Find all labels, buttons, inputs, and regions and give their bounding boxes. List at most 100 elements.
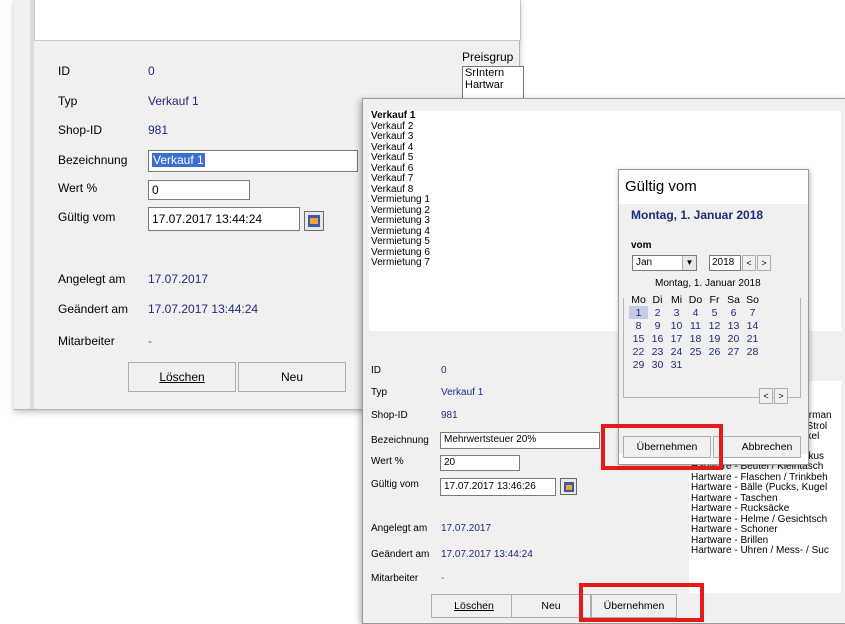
vom-label: vom [631, 240, 652, 251]
neu-button[interactable]: Neu [238, 362, 346, 392]
wert-input[interactable]: 0 [148, 180, 250, 200]
day-cell[interactable]: 16 [648, 332, 667, 345]
label-id: ID [371, 365, 381, 376]
label-typ: Typ [58, 94, 78, 108]
weekday-label: Sa [727, 293, 740, 306]
day-cell[interactable]: 31 [667, 358, 686, 371]
list-item[interactable]: Verkauf 5 [369, 152, 841, 164]
calendar-popup: Gültig vom Montag, 1. Januar 2018 vom Ja… [618, 169, 809, 465]
bezeichnung-input[interactable]: Verkauf 1 [148, 150, 358, 172]
date-heading: Montag, 1. Januar 2018 [631, 208, 764, 222]
day-cell[interactable]: 3 [667, 306, 686, 319]
list-item[interactable]: Hartware - Uhren / Mess- / Suc [689, 545, 841, 557]
calendar-subheading: Montag, 1. Januar 2018 [655, 278, 761, 289]
day-cell[interactable]: 15 [629, 332, 648, 345]
list-item[interactable]: Hartware - Bälle (Pucks, Kugel [689, 482, 841, 494]
chevron-down-icon[interactable]: ▼ [682, 256, 696, 270]
label-geaendert: Geändert am [371, 549, 430, 560]
day-cell [686, 358, 705, 371]
day-cell[interactable]: 6 [724, 306, 743, 319]
day-cell[interactable]: 21 [743, 332, 762, 345]
day-cell[interactable]: 22 [629, 345, 648, 358]
weekday-label: So [746, 293, 759, 306]
day-cell[interactable]: 14 [743, 319, 762, 332]
label-mitarbeiter: Mitarbeiter [58, 334, 115, 348]
label-shop-id: Shop-ID [58, 123, 103, 137]
list-item[interactable]: Hartware - Schoner [689, 524, 841, 536]
day-cell[interactable]: 26 [705, 345, 724, 358]
weekday-label: Fr [709, 293, 720, 306]
bezeichnung-input[interactable]: Mehrwertsteuer 20% [440, 432, 600, 449]
year-next-button[interactable]: > [757, 255, 771, 271]
day-cell[interactable]: 23 [648, 345, 667, 358]
day-cell[interactable]: 4 [686, 306, 705, 319]
day-cell[interactable]: 25 [686, 345, 705, 358]
day-cell[interactable]: 19 [705, 332, 724, 345]
preisgruppe-item[interactable]: Hartwar [463, 79, 523, 91]
month-prev-button[interactable]: < [759, 388, 773, 404]
list-item[interactable]: Verkauf 4 [369, 142, 841, 154]
list-item[interactable]: Verkauf 2 [369, 121, 841, 133]
day-cell[interactable]: 24 [667, 345, 686, 358]
calendar-icon[interactable] [560, 478, 577, 495]
day-cell[interactable]: 30 [648, 358, 667, 371]
month-next-button[interactable]: > [774, 388, 788, 404]
preisgruppe-item[interactable]: SrIntern [463, 67, 523, 79]
day-cell[interactable]: 12 [705, 319, 724, 332]
day-cell[interactable]: 7 [743, 306, 762, 319]
day-cell[interactable]: 11 [686, 319, 705, 332]
day-cell[interactable]: 2 [648, 306, 667, 319]
week-row: 15 16 17 18 19 20 21 [629, 332, 762, 345]
value-shop-id: 981 [441, 410, 458, 421]
day-cell[interactable]: 17 [667, 332, 686, 345]
value-angelegt: 17.07.2017 [148, 272, 209, 286]
label-shop-id: Shop-ID [371, 410, 408, 421]
calendar-title: Gültig vom [625, 178, 697, 195]
gueltig-input[interactable]: 17.07.2017 13:44:24 [148, 207, 300, 231]
value-geaendert: 17.07.2017 13:44:24 [148, 302, 259, 316]
month-select[interactable]: Jan ▼ [632, 255, 697, 271]
year-input[interactable]: 2018 [709, 255, 741, 271]
value-geaendert: 17.07.2017 13:44:24 [441, 549, 533, 560]
label-id: ID [58, 64, 70, 78]
weekday-label: Mo [631, 293, 646, 306]
week-row: 22 23 24 25 26 27 28 [629, 345, 762, 358]
calendar-icon[interactable] [304, 211, 324, 231]
day-cell[interactable]: 10 [667, 319, 686, 332]
day-cell[interactable]: 9 [648, 319, 667, 332]
highlight-box [579, 583, 704, 622]
week-row: 1 2 3 4 5 6 7 [629, 306, 762, 319]
list-item[interactable]: Verkauf 3 [369, 131, 841, 143]
calendar-abbrechen-button[interactable]: Abbrechen [713, 436, 801, 458]
day-cell[interactable]: 29 [629, 358, 648, 371]
highlight-box [601, 424, 723, 470]
day-cell[interactable]: 8 [629, 319, 648, 332]
wert-input[interactable]: 20 [440, 455, 520, 471]
loeschen-button[interactable]: Löschen [431, 594, 517, 618]
day-cell[interactable]: 5 [705, 306, 724, 319]
week-row: 29 30 31 [629, 358, 762, 371]
value-mitarbeiter: - [148, 334, 152, 348]
weekday-label: Mi [670, 293, 683, 306]
label-bezeichnung: Bezeichnung [371, 435, 429, 446]
label-geaendert: Geändert am [58, 302, 129, 316]
day-cell[interactable]: 28 [743, 345, 762, 358]
day-cell[interactable]: 13 [724, 319, 743, 332]
gueltig-input[interactable]: 17.07.2017 13:46:26 [440, 478, 556, 496]
value-typ: Verkauf 1 [148, 94, 199, 108]
year-prev-button[interactable]: < [742, 255, 756, 271]
day-cell-selected[interactable]: 1 [629, 306, 648, 319]
day-cell [743, 358, 762, 371]
loeschen-button[interactable]: Löschen [128, 362, 236, 392]
day-cell[interactable]: 18 [686, 332, 705, 345]
day-cell[interactable]: 27 [724, 345, 743, 358]
day-cell [724, 358, 743, 371]
day-cell[interactable]: 20 [724, 332, 743, 345]
label-gueltig: Gültig vom [58, 210, 116, 224]
list-item[interactable]: Hartware - Rucksäcke [689, 503, 841, 515]
bezeichnung-selected-text: Verkauf 1 [152, 153, 205, 167]
list-item[interactable]: Verkauf 1 [369, 110, 841, 122]
value-shop-id: 981 [148, 123, 169, 137]
value-typ: Verkauf 1 [441, 387, 484, 398]
label-wert: Wert % [58, 181, 98, 195]
